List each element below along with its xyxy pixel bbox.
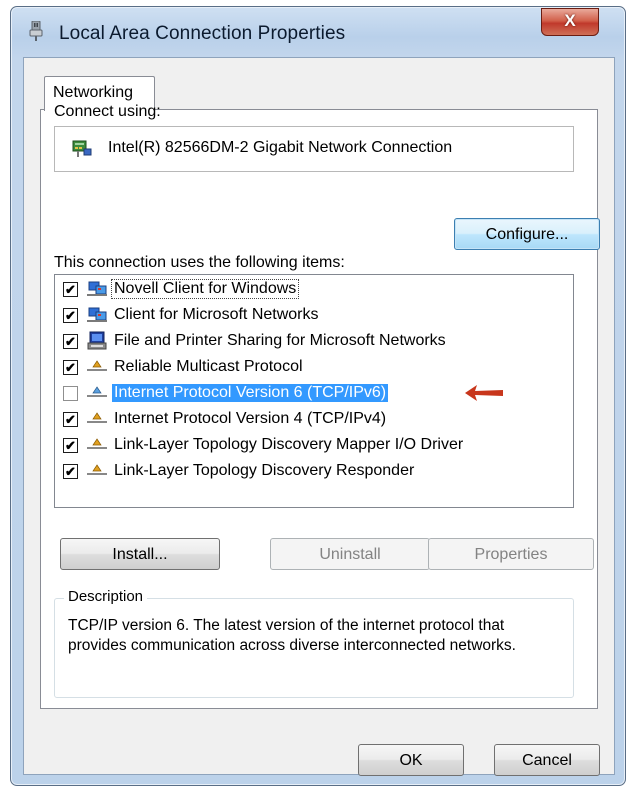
item-checkbox[interactable]: ✔ — [63, 464, 78, 479]
title-bar[interactable]: Local Area Connection Properties X — [11, 7, 625, 57]
file-printer-sharing-icon — [87, 331, 107, 350]
item-label: Internet Protocol Version 4 (TCP/IPv4) — [114, 410, 387, 427]
properties-window: Local Area Connection Properties X Netwo… — [10, 6, 626, 786]
item-label: Link-Layer Topology Discovery Mapper I/O… — [114, 436, 464, 453]
protocol-icon — [87, 386, 107, 397]
uninstall-button[interactable]: Uninstall — [270, 538, 430, 570]
item-checkbox[interactable] — [63, 386, 78, 401]
ok-button[interactable]: OK — [358, 744, 464, 776]
list-item[interactable]: ✔ Client for Microsoft Networks — [55, 303, 573, 329]
network-client-icon — [87, 281, 107, 296]
connect-using-label: Connect using: — [54, 103, 161, 120]
item-checkbox[interactable]: ✔ — [63, 282, 78, 297]
cancel-button[interactable]: Cancel — [494, 744, 600, 776]
item-checkbox[interactable]: ✔ — [63, 360, 78, 375]
item-label: Link-Layer Topology Discovery Responder — [114, 462, 415, 479]
annotation-arrow-icon — [465, 385, 503, 401]
description-text: TCP/IP version 6. The latest version of … — [68, 617, 516, 654]
configure-button[interactable]: Configure... — [454, 218, 600, 250]
network-client-icon — [87, 307, 107, 322]
item-label: Reliable Multicast Protocol — [114, 358, 303, 375]
window-title: Local Area Connection Properties — [59, 23, 346, 44]
protocol-icon — [87, 464, 107, 475]
close-icon: X — [564, 11, 576, 30]
item-label: Novell Client for Windows — [110, 279, 300, 299]
adapter-field: Intel(R) 82566DM-2 Gigabit Network Conne… — [54, 126, 574, 172]
protocol-icon — [87, 360, 107, 371]
protocol-icon — [87, 438, 107, 449]
network-adapter-icon — [72, 140, 92, 157]
item-checkbox[interactable]: ✔ — [63, 334, 78, 349]
description-legend: Description — [64, 588, 148, 605]
list-item[interactable]: ✔ Reliable Multicast Protocol — [55, 355, 573, 381]
list-item[interactable]: ✔ Novell Client for Windows — [55, 277, 573, 303]
install-button[interactable]: Install... — [60, 538, 220, 570]
panel-content: Connect using: Intel(R) 82566DM-2 Gigabi… — [24, 58, 614, 776]
item-checkbox[interactable]: ✔ — [63, 412, 78, 427]
items-section-label: This connection uses the following items… — [54, 254, 345, 271]
item-checkbox[interactable]: ✔ — [63, 438, 78, 453]
list-item[interactable]: ✔ Internet Protocol Version 4 (TCP/IPv4) — [55, 407, 573, 433]
properties-button[interactable]: Properties — [428, 538, 594, 570]
list-item[interactable]: ✔ File and Printer Sharing for Microsoft… — [55, 329, 573, 355]
close-button[interactable]: X — [541, 8, 599, 36]
item-label: Internet Protocol Version 6 (TCP/IPv6) — [112, 384, 389, 402]
list-item[interactable]: ✔ Link-Layer Topology Discovery Mapper I… — [55, 433, 573, 459]
adapter-name: Intel(R) 82566DM-2 Gigabit Network Conne… — [108, 139, 453, 156]
item-checkbox[interactable]: ✔ — [63, 308, 78, 323]
protocol-icon — [87, 412, 107, 423]
item-label: Client for Microsoft Networks — [114, 306, 319, 323]
list-item[interactable]: ✔ Link-Layer Topology Discovery Responde… — [55, 459, 573, 485]
dialog-client-area: Networking Connect using: Intel(R) 82566… — [23, 57, 615, 776]
list-item-selected[interactable]: Internet Protocol Version 6 (TCP/IPv6) — [55, 381, 573, 407]
items-list[interactable]: ✔ Novell Client for Windows ✔ Client for… — [54, 274, 574, 508]
item-label: File and Printer Sharing for Microsoft N… — [114, 332, 446, 349]
network-plug-icon — [29, 21, 43, 41]
